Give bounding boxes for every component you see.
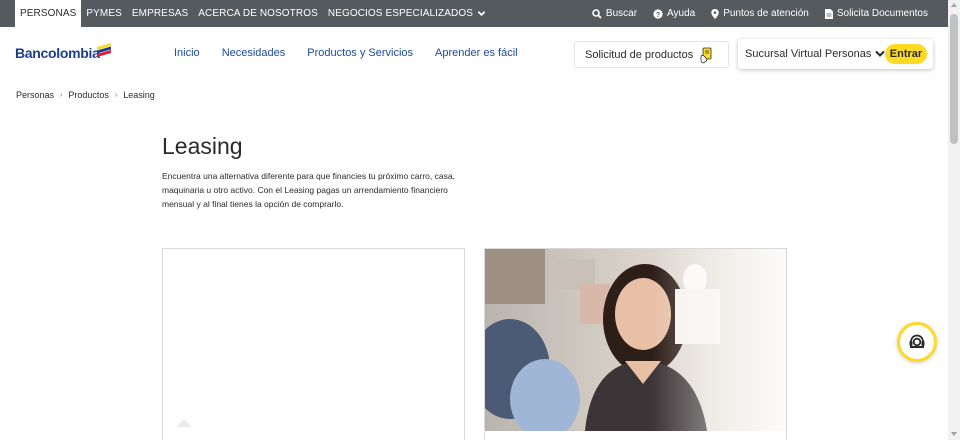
breadcrumb-productos[interactable]: Productos: [68, 90, 109, 100]
nav-productos-servicios[interactable]: Productos y Servicios: [307, 47, 413, 59]
documents-label: Solicita Documentos: [836, 8, 928, 19]
main-nav: Inicio Necesidades Productos y Servicios…: [174, 47, 518, 59]
segment-pymes[interactable]: PYMES: [81, 0, 127, 27]
svg-text:?: ?: [656, 12, 660, 19]
segment-negocios[interactable]: NEGOCIOS ESPECIALIZADOS: [323, 0, 491, 27]
breadcrumb-leasing: Leasing: [123, 90, 155, 100]
map-pin-icon: [711, 8, 719, 19]
enter-button[interactable]: Entrar: [885, 44, 927, 64]
page: PERSONAS PYMES EMPRESAS ACERCA DE NOSOTR…: [0, 0, 960, 440]
breadcrumb-personas[interactable]: Personas: [16, 90, 54, 100]
virtual-branch-selector[interactable]: Sucursal Virtual Personas Entrar: [738, 39, 933, 69]
nav-necesidades[interactable]: Necesidades: [222, 47, 286, 59]
card-photo-woman-store: [485, 249, 786, 431]
chevron-down-icon: [875, 50, 886, 57]
request-products-button[interactable]: Solicitud de productos: [574, 41, 729, 68]
document-icon: [824, 8, 833, 19]
logo-mark-icon: [97, 43, 111, 57]
main-header: Bancolombia Inicio Necesidades Productos…: [0, 27, 948, 83]
virtual-assistant-button[interactable]: [897, 322, 937, 362]
bancolombia-logo[interactable]: Bancolombia: [15, 43, 111, 61]
top-segment-bar: PERSONAS PYMES EMPRESAS ACERCA DE NOSOTR…: [0, 0, 948, 27]
product-card-right[interactable]: [484, 248, 787, 440]
chevron-down-icon: [477, 11, 486, 17]
scroll-up-arrow-icon[interactable]: [951, 3, 957, 7]
utility-links: Buscar ? Ayuda Puntos de atención Solici…: [592, 0, 928, 27]
nav-aprender[interactable]: Aprender es fácil: [435, 47, 518, 59]
search-label: Buscar: [605, 8, 638, 19]
scrollbar-thumb[interactable]: [950, 14, 958, 144]
breadcrumb-separator-icon: ›: [114, 91, 118, 99]
search-icon: [592, 8, 602, 19]
breadcrumb-separator-icon: ›: [60, 91, 63, 99]
card-tab-icon: [177, 419, 191, 427]
hand-card-icon: [700, 47, 712, 64]
scroll-down-arrow-icon[interactable]: [951, 432, 957, 436]
assistant-headset-icon: [909, 334, 925, 348]
help-link[interactable]: ? Ayuda: [653, 8, 695, 19]
page-title: Leasing: [162, 133, 243, 159]
question-circle-icon: ?: [653, 8, 663, 19]
page-scrollbar[interactable]: [948, 0, 960, 440]
request-products-label: Solicitud de productos: [585, 48, 694, 61]
product-card-left[interactable]: [162, 248, 465, 440]
segment-acerca[interactable]: ACERCA DE NOSOTROS: [193, 0, 323, 27]
points-link[interactable]: Puntos de atención: [711, 8, 809, 19]
segment-personas[interactable]: PERSONAS: [15, 0, 82, 27]
segment-empresas[interactable]: EMPRESAS: [127, 0, 193, 27]
points-label: Puntos de atención: [723, 8, 809, 19]
virtual-branch-label: Sucursal Virtual Personas: [745, 48, 872, 60]
nav-inicio[interactable]: Inicio: [174, 47, 200, 59]
logo-text: Bancolombia: [15, 45, 100, 61]
page-description: Encuentra una alternativa diferente para…: [162, 171, 455, 209]
help-label: Ayuda: [667, 8, 696, 19]
documents-link[interactable]: Solicita Documentos: [824, 8, 928, 19]
breadcrumb: Personas › Productos › Leasing: [16, 90, 155, 100]
segment-negocios-label: NEGOCIOS ESPECIALIZADOS: [327, 8, 473, 19]
search-link[interactable]: Buscar: [592, 8, 637, 19]
